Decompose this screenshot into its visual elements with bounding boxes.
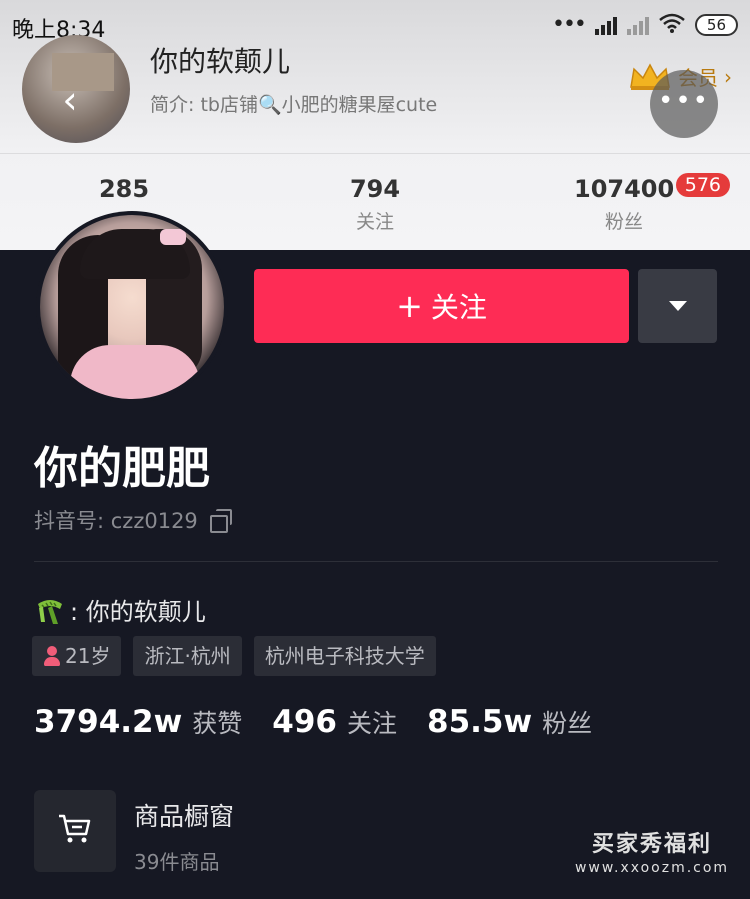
- header-count-works[interactable]: 285: [74, 175, 174, 207]
- shop-window-subtitle: 39件商品: [134, 850, 220, 874]
- more-options-button[interactable]: •••: [650, 70, 718, 138]
- recommend-dropdown-button[interactable]: [638, 269, 717, 343]
- follow-label: 关注: [430, 291, 487, 324]
- stat-following-label[interactable]: 关注: [347, 704, 397, 740]
- tag-school[interactable]: 杭州电子科技大学: [253, 636, 436, 676]
- profile-avatar[interactable]: [36, 211, 228, 403]
- bio-text: : 你的软颠儿: [70, 598, 206, 626]
- profile-name: 你的肥肥: [34, 443, 210, 494]
- plus-icon: +: [396, 287, 423, 325]
- profile-tags: 21岁 浙江·杭州 杭州电子科技大学: [32, 636, 436, 676]
- caret-down-icon: [668, 301, 687, 311]
- signal-secondary-icon: [626, 15, 649, 35]
- follow-button[interactable]: + 关注: [254, 269, 629, 343]
- watermark-url: www.xxoozm.com: [574, 860, 730, 876]
- tag-label: 浙江·杭州: [144, 644, 231, 668]
- female-icon: [43, 646, 61, 666]
- stat-likes-number: 3794.2w: [34, 704, 183, 740]
- header-username: 你的软颠儿: [150, 45, 291, 78]
- stat-likes-label: 获赞: [192, 709, 243, 738]
- stat-followers-number[interactable]: 85.5w: [427, 704, 532, 740]
- count-number: 794: [349, 175, 401, 203]
- count-label: 关注: [355, 211, 394, 233]
- watermark: 买家秀福利 www.xxoozm.com: [566, 826, 738, 876]
- notification-dots-icon: •••: [551, 12, 587, 37]
- status-icons: ••• 56: [552, 12, 738, 37]
- count-label: 粉丝: [604, 211, 643, 233]
- wifi-icon: [659, 13, 685, 37]
- header-bio: 简介: tb店铺🔍小肥的糖果屋cute: [150, 94, 438, 116]
- tag-age: 21岁: [32, 636, 122, 676]
- copy-icon[interactable]: [209, 509, 232, 533]
- douyin-id-row: 抖音号: czz0129: [34, 505, 232, 535]
- profile-stats: 3794.2w 获赞 496 关注 85.5w 粉丝: [34, 704, 612, 740]
- divider: [34, 561, 718, 562]
- header-count-followers[interactable]: 107400 粉丝 576: [574, 173, 730, 234]
- count-number: 107400: [574, 175, 675, 203]
- profile-bio: : 你的软颠儿: [34, 592, 206, 627]
- douyin-id: 抖音号: czz0129: [34, 509, 198, 533]
- stat-following-number[interactable]: 496: [272, 704, 337, 740]
- signal-icon: [594, 15, 617, 35]
- divider: [0, 153, 750, 154]
- count-number: 285: [98, 175, 150, 203]
- chevron-right-icon: ›: [724, 64, 732, 89]
- watermark-title: 买家秀福利: [591, 831, 712, 857]
- tag-label: 杭州电子科技大学: [264, 644, 425, 668]
- shop-window-title[interactable]: 商品橱窗: [134, 797, 234, 833]
- battery-indicator: 56: [694, 13, 738, 36]
- stat-followers-label[interactable]: 粉丝: [542, 704, 592, 740]
- shop-window-button[interactable]: [34, 790, 116, 872]
- header-count-following[interactable]: 794 关注: [325, 175, 425, 234]
- tag-label: 21岁: [65, 644, 111, 668]
- cart-icon: [57, 812, 93, 850]
- back-button[interactable]: ‹: [50, 80, 90, 120]
- status-bar: 晚上8:34 ••• 56: [0, 0, 750, 52]
- new-followers-badge: 576: [675, 173, 730, 197]
- tag-location[interactable]: 浙江·杭州: [133, 636, 242, 676]
- scarf-icon: [34, 594, 66, 626]
